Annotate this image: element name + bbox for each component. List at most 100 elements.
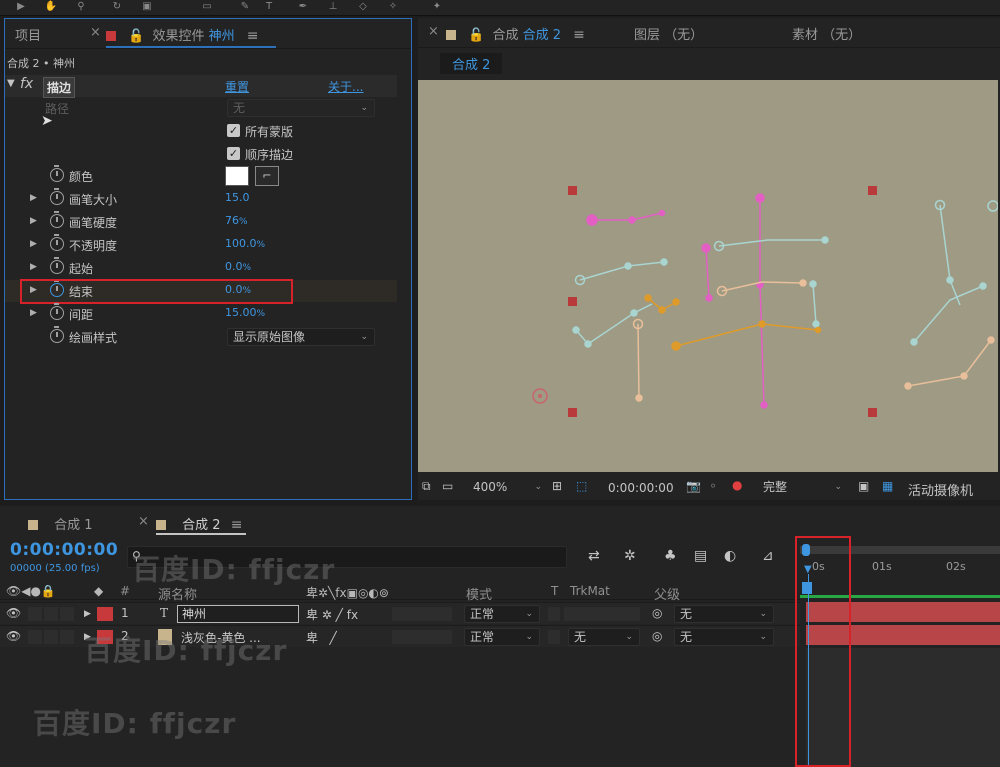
layer-switch-boxes[interactable]: [392, 630, 452, 644]
expand-triangle-icon[interactable]: ▶: [30, 239, 37, 249]
stamp-tool-icon[interactable]: ⊥: [326, 1, 340, 13]
lock-icon[interactable]: 🔓: [468, 28, 484, 43]
effect-name[interactable]: 描边: [43, 77, 76, 98]
column-mode[interactable]: 模式: [466, 584, 492, 603]
rotate-tool-icon[interactable]: ↻: [110, 1, 124, 13]
panel-menu-icon[interactable]: ≡: [247, 28, 259, 44]
effect-header-row[interactable]: ▼ fx 描边 重置 关于...: [5, 75, 397, 98]
path-dropdown[interactable]: 无 ⌄: [227, 99, 375, 117]
current-time-display[interactable]: 0:00:00:00: [10, 540, 118, 560]
param-value-opacity[interactable]: 100.0%: [225, 237, 265, 250]
layer-switches[interactable]: 卑 ✲ ╱ fx: [306, 606, 358, 623]
audio-switch[interactable]: [28, 630, 42, 644]
bounding-handle[interactable]: [868, 408, 877, 417]
graph-editor-icon[interactable]: ⊿: [762, 548, 774, 564]
comp-mini-flowchart-icon[interactable]: ⇄: [588, 548, 600, 564]
motion-blur-icon[interactable]: ◐: [724, 548, 736, 564]
close-tab-icon[interactable]: ×: [138, 514, 149, 529]
paint-style-dropdown[interactable]: 显示原始图像 ⌄: [227, 328, 375, 346]
mask-path-blue[interactable]: [572, 199, 998, 348]
all-masks-checkbox[interactable]: ✓: [227, 124, 240, 137]
stopwatch-icon[interactable]: [50, 257, 64, 274]
region-of-interest-icon[interactable]: ▣: [858, 479, 869, 493]
shy-layers-icon[interactable]: ♣: [664, 548, 677, 564]
parent-dropdown[interactable]: 无 ⌄: [674, 605, 774, 623]
lock-icon[interactable]: 🔓: [128, 29, 144, 44]
camera-tool-icon[interactable]: ▣: [140, 1, 154, 13]
blend-mode-dropdown[interactable]: 正常 ⌄: [464, 605, 540, 623]
eyedropper-icon[interactable]: ⌐: [255, 166, 279, 186]
always-preview-icon[interactable]: ⧉: [422, 479, 431, 494]
snapshot-icon[interactable]: 📷: [686, 479, 701, 493]
show-snapshot-icon[interactable]: ⚬: [708, 479, 718, 493]
layer-row-1[interactable]: 👁 ▶ 1 T 神州 卑 ✲ ╱ fx 正常 ⌄ ◎ 无 ⌄: [0, 602, 800, 624]
tab-project[interactable]: 项目: [15, 25, 41, 44]
visibility-eye-icon[interactable]: 👁: [6, 606, 21, 620]
hand-tool-icon[interactable]: ✋: [44, 1, 58, 13]
sequential-checkbox[interactable]: ✓: [227, 147, 240, 160]
tab-composition[interactable]: 🔓 合成 合成 2 ≡: [446, 24, 585, 43]
expand-triangle-icon[interactable]: ▶: [30, 308, 37, 318]
zoom-dropdown[interactable]: 400% ⌄: [468, 479, 548, 497]
monitor-icon[interactable]: ▭: [442, 479, 453, 493]
camera-view-dropdown[interactable]: 活动摄像机: [908, 480, 973, 499]
param-value-start[interactable]: 0.0%: [225, 260, 251, 273]
column-parent[interactable]: 父级: [654, 584, 680, 603]
close-tab-icon[interactable]: ×: [428, 24, 439, 39]
expand-triangle-icon[interactable]: ▶: [84, 609, 91, 619]
tab-layer[interactable]: 图层 （无）: [634, 24, 703, 43]
param-value-brush-hardness[interactable]: 76%: [225, 214, 248, 227]
title-safe-icon[interactable]: ⊞: [552, 479, 562, 493]
stopwatch-icon[interactable]: [50, 234, 64, 251]
comp-subtab[interactable]: 合成 2: [440, 53, 503, 74]
column-trkmat[interactable]: TrkMat: [570, 584, 610, 598]
effect-expand-icon[interactable]: ▼: [7, 78, 15, 89]
solo-switch[interactable]: [44, 630, 58, 644]
fx-icon[interactable]: fx: [20, 76, 33, 92]
composition-viewer[interactable]: [418, 80, 998, 472]
mask-visibility-icon[interactable]: ⬚: [576, 479, 587, 493]
visibility-eye-icon[interactable]: 👁: [6, 629, 21, 643]
pickwhip-icon[interactable]: ◎: [652, 606, 662, 620]
brush-tool-icon[interactable]: ✒: [296, 1, 310, 13]
zoom-tool-icon[interactable]: ⚲: [74, 1, 88, 13]
anchor-point-icon[interactable]: [532, 388, 548, 404]
trkmat-dropdown[interactable]: 无 ⌄: [568, 628, 640, 646]
bounding-handle[interactable]: [568, 186, 577, 195]
tab-footage[interactable]: 素材 （无）: [792, 24, 861, 43]
puppet-tool-icon[interactable]: ✦: [430, 1, 444, 13]
viewer-timecode[interactable]: 0:00:00:00: [608, 481, 674, 495]
draft-3d-icon[interactable]: ✲: [624, 548, 636, 564]
eraser-tool-icon[interactable]: ◇: [356, 1, 370, 13]
stopwatch-icon[interactable]: [50, 165, 64, 182]
pickwhip-icon[interactable]: ◎: [652, 629, 662, 643]
preserve-transparency-switch[interactable]: [548, 607, 560, 621]
param-value-brush-size[interactable]: 15.0: [225, 191, 250, 204]
panel-menu-icon[interactable]: ≡: [231, 517, 243, 533]
layer-switch-boxes[interactable]: [392, 607, 452, 621]
frame-blending-icon[interactable]: ▤: [694, 548, 707, 564]
param-value-spacing[interactable]: 15.00%: [225, 306, 265, 319]
channel-rgb-icon[interactable]: ●: [732, 478, 742, 492]
roto-tool-icon[interactable]: ✧: [386, 1, 400, 13]
pen-tool-icon[interactable]: ✎: [238, 1, 252, 13]
resolution-dropdown[interactable]: 完整 ⌄: [758, 479, 848, 497]
type-tool-icon[interactable]: T: [262, 1, 276, 13]
stopwatch-icon[interactable]: [50, 303, 64, 320]
selection-tool-icon[interactable]: ▶: [14, 1, 28, 13]
layer-switches[interactable]: 卑 ╱: [306, 629, 337, 646]
parent-dropdown[interactable]: 无 ⌄: [674, 628, 774, 646]
solo-switch[interactable]: [44, 607, 58, 621]
lock-switch[interactable]: [60, 630, 74, 644]
expand-triangle-icon[interactable]: ▶: [30, 262, 37, 272]
panel-menu-icon[interactable]: ≡: [573, 27, 585, 43]
layer-label-color[interactable]: [97, 607, 113, 621]
bounding-handle[interactable]: [568, 408, 577, 417]
layer-name-field[interactable]: 神州: [177, 605, 299, 623]
tab-comp-2[interactable]: 合成 2 ≡: [156, 514, 242, 533]
stopwatch-icon[interactable]: [50, 326, 64, 343]
rectangle-tool-icon[interactable]: ▭: [200, 1, 214, 13]
transparency-grid-icon[interactable]: ▦: [882, 479, 893, 493]
bounding-handle[interactable]: [868, 186, 877, 195]
mask-path-orange[interactable]: [644, 294, 822, 351]
